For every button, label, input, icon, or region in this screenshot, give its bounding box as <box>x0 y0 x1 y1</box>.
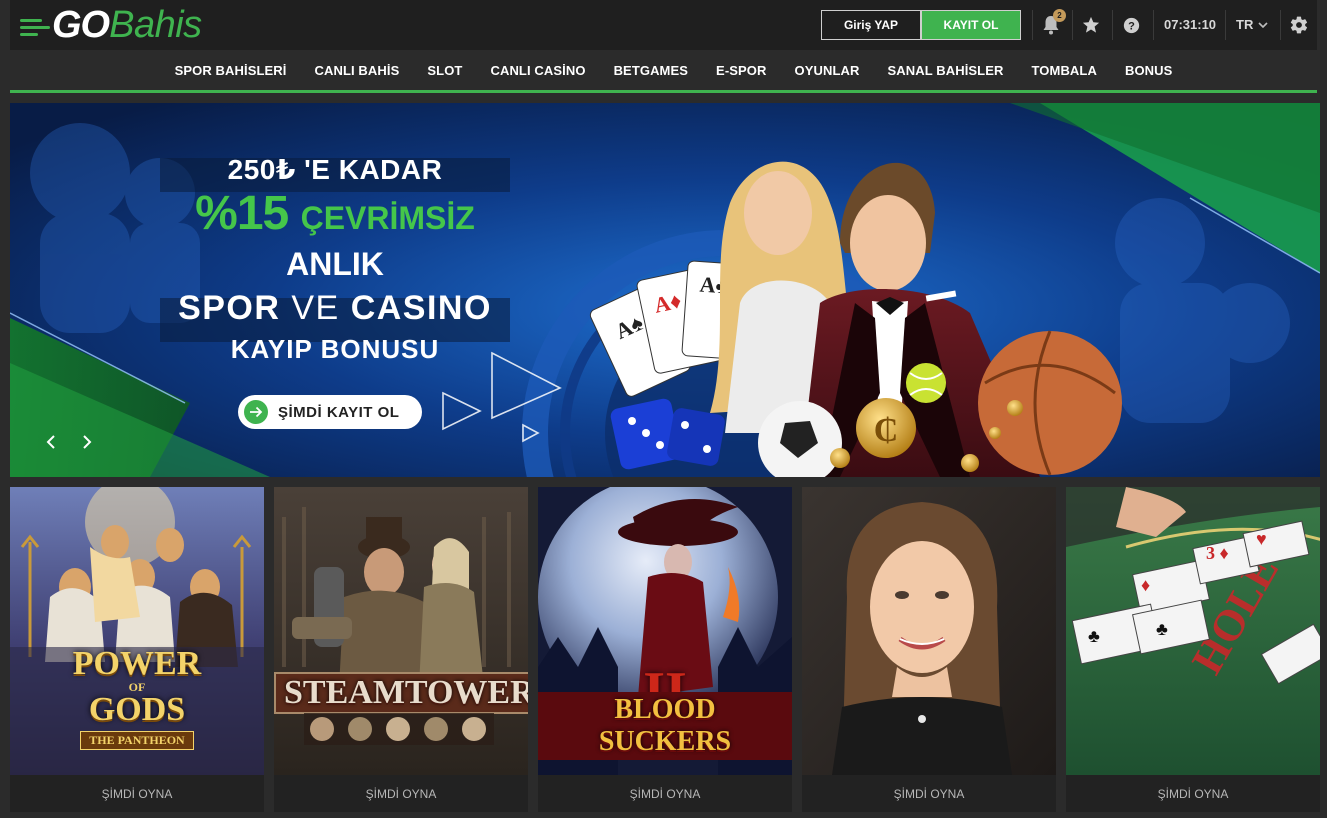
gobahis-logo[interactable]: GO Bahis <box>20 4 202 46</box>
game-thumbnail: POWER OF GODS THE PANTHEON <box>10 487 264 775</box>
game-thumbnail: II BLOOD SUCKERS <box>538 487 792 775</box>
banner-slider-controls <box>38 429 100 455</box>
chevron-down-icon <box>1258 21 1268 28</box>
language-selector[interactable]: TR <box>1236 17 1268 32</box>
nav-item-betgames[interactable]: BETGAMES <box>614 63 688 78</box>
banner-percent-value: %15 <box>195 187 289 240</box>
game-title-art: II BLOOD SUCKERS <box>538 664 792 760</box>
register-button[interactable]: KAYIT OL <box>921 10 1021 40</box>
notification-count-badge: 2 <box>1053 9 1066 22</box>
play-now-button[interactable]: ŞİMDİ OYNA <box>274 775 528 812</box>
banner-next-button[interactable] <box>74 429 100 455</box>
top-bar: GO Bahis Giriş YAP KAYIT OL 2 ? 07:31:10… <box>10 0 1317 50</box>
play-now-button[interactable]: ŞİMDİ OYNA <box>1066 775 1320 812</box>
game-thumbnail: STEAMTOWER <box>274 487 528 775</box>
nav-item-slot[interactable]: SLOT <box>427 63 462 78</box>
svg-text:♦: ♦ <box>1141 575 1150 595</box>
arrow-right-icon <box>244 400 268 424</box>
game-title-line: POWER <box>72 645 202 682</box>
featured-games: POWER OF GODS THE PANTHEON ŞİMDİ OYNA ST… <box>10 487 1320 812</box>
play-now-button[interactable]: ŞİMDİ OYNA <box>10 775 264 812</box>
game-thumbnail <box>802 487 1056 775</box>
clock: 07:31:10 <box>1164 17 1217 32</box>
divider <box>1072 10 1073 40</box>
game-card-live-blackjack[interactable]: HOLE 3 ♦ ♦ ♥ ♣ ♣ ŞİMDİ OYNA <box>1066 487 1320 812</box>
divider <box>1153 10 1154 40</box>
svg-text:♥: ♥ <box>1256 529 1267 549</box>
banner-headline-percent: %15 ÇEVRİMSİZ <box>160 188 510 244</box>
logo-speed-lines <box>20 18 50 36</box>
gear-icon <box>1290 16 1308 34</box>
game-title-line: GODS <box>88 691 186 728</box>
divider <box>1225 10 1226 40</box>
banner-percent-label: ÇEVRİMSİZ <box>300 200 475 236</box>
svg-text:♣: ♣ <box>1156 619 1168 639</box>
divider <box>1280 10 1281 40</box>
banner-headline-amount: 250₺ 'E KADAR <box>227 154 443 185</box>
login-button[interactable]: Giriş YAP <box>821 10 921 40</box>
game-thumbnail: HOLE 3 ♦ ♦ ♥ ♣ ♣ <box>1066 487 1320 775</box>
help-button[interactable]: ? <box>1118 12 1144 38</box>
banner-prev-button[interactable] <box>38 429 64 455</box>
help-icon: ? <box>1123 17 1139 33</box>
settings-button[interactable] <box>1286 12 1312 38</box>
banner-text-block: 250₺ 'E KADAR %15 ÇEVRİMSİZ ANLIK SPOR V… <box>160 153 510 365</box>
game-title-art: POWER OF GODS THE PANTHEON <box>10 647 264 750</box>
notifications-button[interactable]: 2 <box>1038 9 1066 38</box>
banner-instant: ANLIK <box>286 246 384 282</box>
nav-item-sports-betting[interactable]: SPOR BAHİSLERİ <box>175 63 287 78</box>
register-now-button[interactable]: ŞİMDİ KAYIT OL <box>238 395 422 429</box>
favorites-button[interactable] <box>1078 12 1104 38</box>
divider <box>1032 10 1033 40</box>
nav-item-bonus[interactable]: BONUS <box>1125 63 1172 78</box>
banner-and-word: VE <box>291 289 340 327</box>
game-card-steamtower[interactable]: STEAMTOWER ŞİMDİ OYNA <box>274 487 528 812</box>
language-label: TR <box>1236 17 1254 32</box>
chevron-left-icon <box>46 435 55 449</box>
banner-loss-bonus: KAYIP BONUSU <box>230 334 440 364</box>
logo-go-text: GO <box>52 3 110 46</box>
banner-sport-word: SPOR <box>178 289 281 327</box>
star-icon <box>1082 16 1100 33</box>
nav-item-live-casino[interactable]: CANLI CASİNO <box>490 63 585 78</box>
chevron-right-icon <box>83 435 92 449</box>
svg-text:?: ? <box>1128 20 1135 32</box>
banner-casino-word: CASINO <box>350 289 492 327</box>
svg-text:♣: ♣ <box>1088 626 1100 646</box>
register-now-label: ŞİMDİ KAYIT OL <box>278 403 400 421</box>
svg-text:3 ♦: 3 ♦ <box>1206 543 1229 563</box>
nav-item-esports[interactable]: E-SPOR <box>716 63 766 78</box>
main-navigation: SPOR BAHİSLERİ CANLI BAHİS SLOT CANLI CA… <box>10 50 1317 93</box>
divider <box>1112 10 1113 40</box>
nav-item-live-betting[interactable]: CANLI BAHİS <box>315 63 400 78</box>
game-title-line: BLOOD SUCKERS <box>538 692 792 760</box>
nav-item-games[interactable]: OYUNLAR <box>795 63 860 78</box>
play-now-button[interactable]: ŞİMDİ OYNA <box>802 775 1056 812</box>
game-card-blood-suckers[interactable]: II BLOOD SUCKERS ŞİMDİ OYNA <box>538 487 792 812</box>
game-card-power-of-gods[interactable]: POWER OF GODS THE PANTHEON ŞİMDİ OYNA <box>10 487 264 812</box>
play-now-button[interactable]: ŞİMDİ OYNA <box>538 775 792 812</box>
banner-sport-casino: SPOR VE CASINO <box>160 289 510 328</box>
game-card-live-dealer[interactable]: ŞİMDİ OYNA <box>802 487 1056 812</box>
svg-text:₵: ₵ <box>874 412 899 449</box>
nav-item-virtual-betting[interactable]: SANAL BAHİSLER <box>887 63 1003 78</box>
game-subtitle: THE PANTHEON <box>80 731 194 750</box>
logo-bahis-text: Bahis <box>109 3 202 46</box>
nav-item-tombala[interactable]: TOMBALA <box>1032 63 1097 78</box>
promo-banner[interactable]: A♠ A♦ A♣ ₵ 250₺ 'E KADAR %15 ÇEVRİMSİZ A… <box>10 103 1320 477</box>
